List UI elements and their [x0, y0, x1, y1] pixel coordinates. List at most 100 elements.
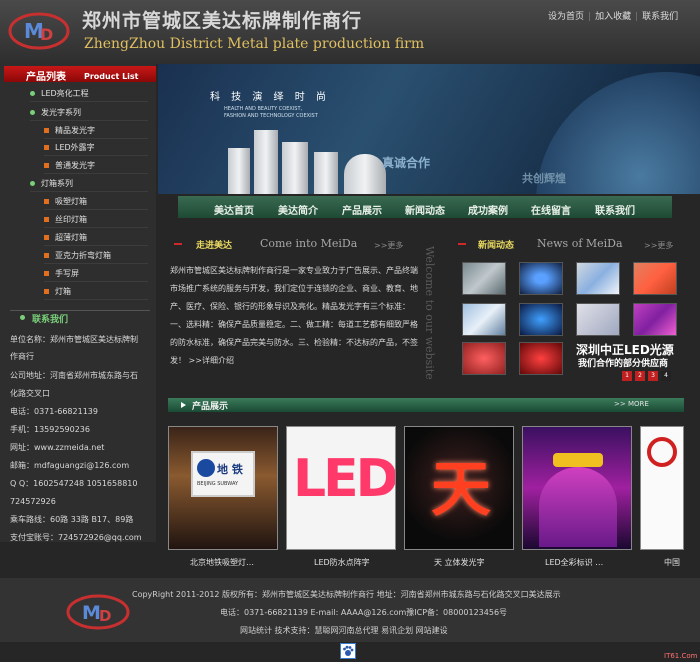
product-caption[interactable]: 北京地铁吸塑灯…: [190, 557, 254, 568]
bullet-icon: [44, 199, 49, 204]
nav-about[interactable]: 美达简介: [278, 202, 318, 217]
product-image-led-fullcolor[interactable]: [522, 426, 632, 550]
footer-links[interactable]: 网站统计 技术支持：慧聪网河南总代理 易讯企划 网站建设: [240, 625, 448, 636]
page-button-4[interactable]: 4: [661, 371, 671, 381]
news-thumbnail[interactable]: [519, 342, 563, 375]
contact-line: 公司地址：河南省郑州市城东路与石: [10, 371, 138, 380]
sidebar-item-handwriting-screen[interactable]: 手写屏: [44, 265, 148, 282]
banner-caption: HEALTH AND BEAUTY COEXIST, FASHION AND TE…: [224, 106, 318, 119]
page-button-2[interactable]: 2: [635, 371, 645, 381]
about-more-link[interactable]: >>更多: [374, 240, 403, 251]
sidebar-item-silkscreen-lightbox[interactable]: 丝印灯箱: [44, 211, 148, 228]
page-button-1[interactable]: 1: [622, 371, 632, 381]
site-logo[interactable]: M D: [8, 8, 70, 54]
site-title-en: ZhengZhou District Metal plate productio…: [84, 36, 425, 52]
banner-slogan: 真诚合作: [382, 156, 431, 170]
contact-title: 联系我们: [32, 315, 69, 325]
svg-text:Welcome to our website: Welcome to our website: [423, 246, 436, 380]
products-title: 产品展示: [192, 402, 229, 412]
contact-line: 724572926: [10, 497, 56, 506]
banner-tagline: 科 技 演 绎 时 尚: [210, 92, 330, 103]
contact-line: 支付宝账号：724572926@qq.com: [10, 533, 142, 542]
nav-products[interactable]: 产品展示: [342, 202, 382, 217]
bullet-icon: [20, 315, 25, 320]
about-title: 走进美达: [196, 241, 233, 251]
dash-icon: [174, 243, 182, 245]
sidebar-item-lamp-box[interactable]: 灯箱: [44, 283, 148, 300]
building-graphic: [314, 152, 338, 194]
product-image-tian-letter[interactable]: 天: [404, 426, 514, 550]
news-thumbnail[interactable]: [462, 262, 506, 295]
nav-message[interactable]: 在线留言: [531, 202, 571, 217]
nav-cases[interactable]: 成功案例: [468, 202, 508, 217]
sidebar-item-premium-letters[interactable]: 精品发光字: [44, 122, 148, 139]
contact-line: 单位名称：郑州市管城区美达标牌制: [10, 335, 138, 344]
product-list-title-en: Product List: [84, 72, 139, 81]
footer-logo: M D: [66, 594, 130, 630]
nav-home[interactable]: 美达首页: [214, 202, 254, 217]
news-thumbnail[interactable]: [462, 303, 506, 336]
product-caption[interactable]: 中国: [664, 557, 680, 568]
sidebar-item-luminous-letters[interactable]: 发光字系列: [30, 104, 148, 121]
product-caption[interactable]: LED全彩标识 …: [545, 557, 603, 568]
sidebar-item-blister-lightbox[interactable]: 吸塑灯箱: [44, 193, 148, 210]
product-image-china[interactable]: [640, 426, 684, 550]
nav-news[interactable]: 新闻动态: [405, 202, 445, 217]
sidebar-item-ordinary-letters[interactable]: 普通发光字: [44, 157, 148, 174]
news-thumbnail[interactable]: [576, 303, 620, 336]
bullet-icon: [44, 289, 49, 294]
bullet-icon: [44, 217, 49, 222]
news-thumbnail[interactable]: [633, 303, 677, 336]
news-thumbnail[interactable]: [519, 303, 563, 336]
bullet-icon: [44, 271, 49, 276]
news-thumbnail[interactable]: [462, 342, 506, 375]
contact-header: [10, 310, 150, 324]
contact-line: 乘车路线：60路 33路 B17、89路: [10, 515, 134, 524]
product-list-title: 产品列表: [26, 72, 66, 83]
product-caption[interactable]: 天 立体发光字: [434, 557, 485, 568]
bullet-icon: [30, 181, 35, 186]
sidebar-item-acrylic-lightbox[interactable]: 亚克力折弯灯箱: [44, 247, 148, 264]
contact-line: 化路交叉口: [10, 389, 50, 398]
product-image-subway[interactable]: 地 铁 BEIJING SUBWAY: [168, 426, 278, 550]
set-homepage-link[interactable]: 设为首页: [548, 12, 584, 22]
product-caption[interactable]: LED防水点阵字: [314, 557, 370, 568]
contact-line: 手机：13592590236: [10, 425, 90, 434]
bullet-icon: [44, 128, 49, 133]
products-more-link[interactable]: >> MORE: [614, 400, 649, 408]
sidebar-item-led-lighting[interactable]: LED亮化工程: [30, 85, 148, 102]
add-favorite-link[interactable]: 加入收藏: [595, 12, 631, 22]
bullet-icon: [30, 91, 35, 96]
watermark-text: IT61.Com: [664, 652, 698, 660]
about-text: 郑州市管城区美达标牌制作商行是一家专业致力于广告展示、产品终端市场推广系统的服务…: [170, 266, 418, 365]
bullet-icon: [30, 110, 35, 115]
sidebar-item-led-exposed[interactable]: LED外露字: [44, 139, 148, 156]
promo-subtitle: 我们合作的部分供应商: [578, 359, 669, 369]
contact-link[interactable]: 联系我们: [642, 12, 678, 22]
product-image-led-letters[interactable]: LED: [286, 426, 396, 550]
building-graphic: [282, 142, 308, 194]
welcome-vertical-text: Welcome to our website: [423, 246, 436, 380]
news-more-link[interactable]: >>更多: [644, 240, 673, 251]
news-thumbnail[interactable]: [633, 262, 677, 295]
paw-icon[interactable]: [340, 643, 356, 659]
bullet-icon: [44, 253, 49, 258]
footer-copyright: CopyRight 2011-2012 版权所有：郑州市管城区美达标牌制作商行 …: [132, 590, 561, 599]
svg-text:D: D: [99, 607, 111, 625]
nav-contact[interactable]: 联系我们: [595, 202, 635, 217]
bullet-icon: [44, 163, 49, 168]
sidebar-item-slim-lightbox[interactable]: 超薄灯箱: [44, 229, 148, 246]
contact-line: 网址：www.zzmeida.net: [10, 443, 105, 452]
news-thumbnail[interactable]: [519, 262, 563, 295]
building-graphic: [344, 154, 386, 194]
news-thumbnail[interactable]: [576, 262, 620, 295]
sidebar-item-lightbox[interactable]: 灯箱系列: [30, 175, 148, 192]
site-title-cn: 郑州市管城区美达标牌制作商行: [82, 10, 363, 32]
page-button-3[interactable]: 3: [648, 371, 658, 381]
hero-banner: 科 技 演 绎 时 尚 HEALTH AND BEAUTY COEXIST, FA…: [158, 64, 700, 194]
contact-line: 作商行: [10, 352, 34, 361]
news-title: 新闻动态: [478, 241, 515, 251]
banner-slogan-2: 共创辉煌: [522, 172, 566, 185]
products-header: [168, 398, 684, 412]
svg-text:D: D: [40, 25, 53, 44]
